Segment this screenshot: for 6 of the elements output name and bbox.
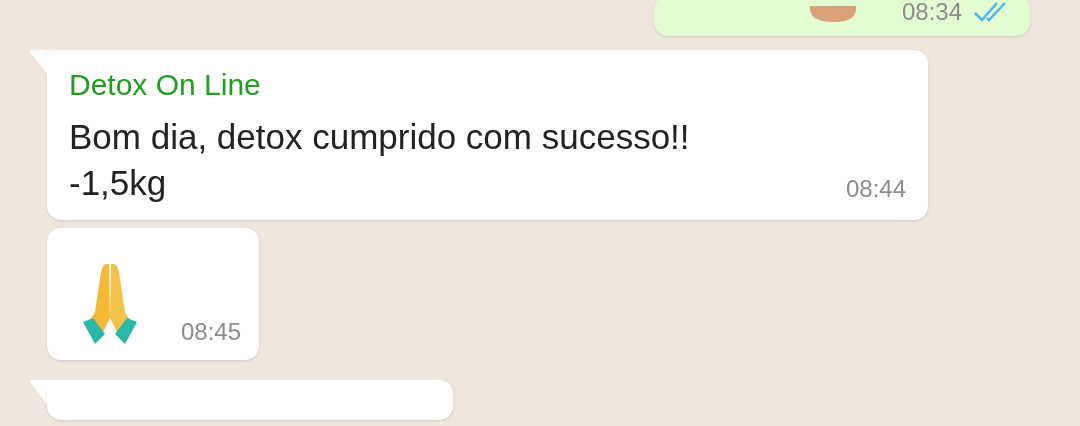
message-text: -1,5kg bbox=[69, 161, 168, 204]
message-text: Bom dia, detox cumprido com sucesso!! bbox=[69, 115, 690, 158]
message-time: 08:34 bbox=[901, 0, 962, 24]
message-time: 08:44 bbox=[845, 174, 906, 202]
sender-name: Detox On Line bbox=[69, 67, 262, 103]
message-time: 08:45 bbox=[181, 319, 242, 344]
